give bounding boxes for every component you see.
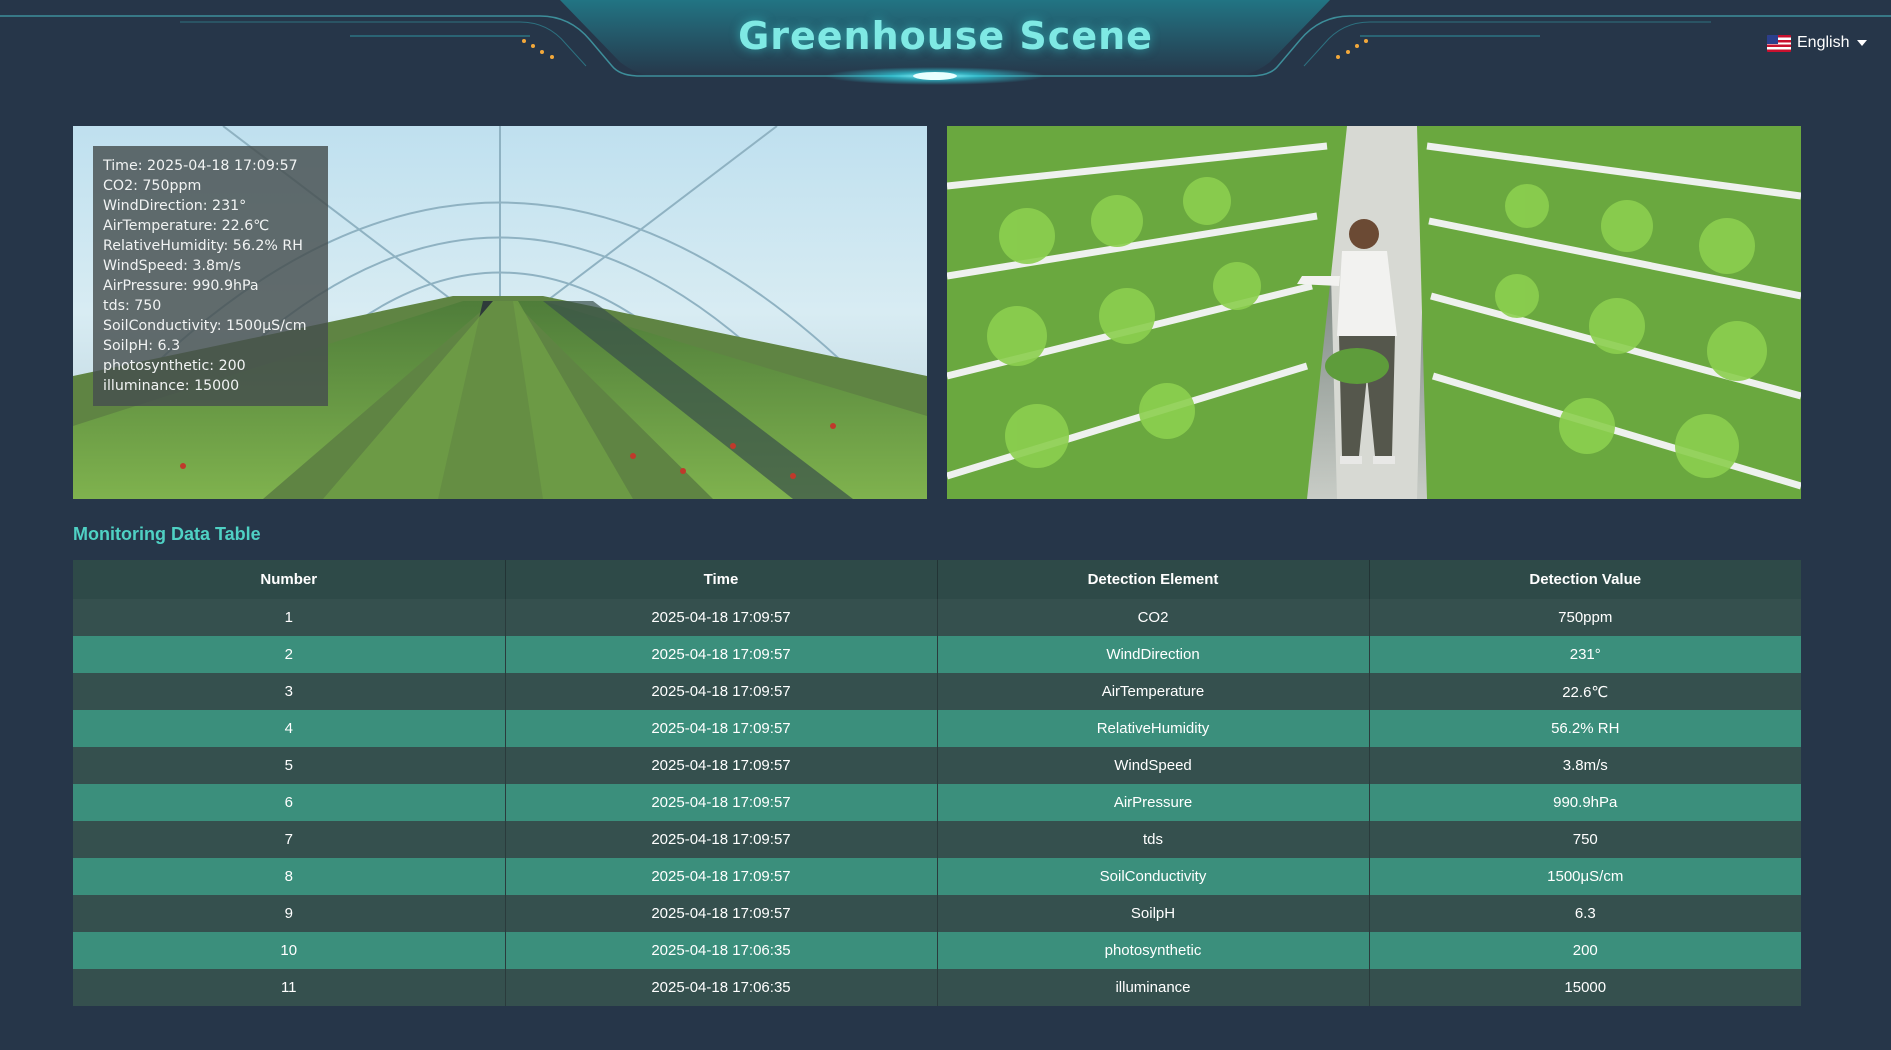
cell-time: 2025-04-18 17:06:35 bbox=[505, 932, 938, 969]
cell-element: SoilpH bbox=[937, 895, 1370, 932]
cell-time: 2025-04-18 17:09:57 bbox=[505, 858, 938, 895]
overlay-wind-direction: WindDirection: 231° bbox=[103, 198, 247, 214]
cell-number: 7 bbox=[73, 821, 506, 858]
overlay-relative-humidity: RelativeHumidity: 56.2% RH bbox=[103, 238, 303, 254]
cell-value: 15000 bbox=[1369, 969, 1801, 1006]
cell-value: 200 bbox=[1369, 932, 1801, 969]
cell-time: 2025-04-18 17:09:57 bbox=[505, 710, 938, 747]
overlay-wind-speed: WindSpeed: 3.8m/s bbox=[103, 258, 241, 274]
us-flag-icon bbox=[1767, 34, 1791, 52]
cell-value: 22.6℃ bbox=[1369, 673, 1801, 710]
overlay-air-temperature: AirTemperature: 22.6℃ bbox=[103, 218, 270, 234]
cell-time: 2025-04-18 17:09:57 bbox=[505, 747, 938, 784]
cell-value: 1500μS/cm bbox=[1369, 858, 1801, 895]
cell-number: 9 bbox=[73, 895, 506, 932]
table-row: 1 2025-04-18 17:09:57 CO2 750ppm bbox=[73, 599, 1801, 636]
cell-element: SoilConductivity bbox=[937, 858, 1370, 895]
cell-value: 3.8m/s bbox=[1369, 747, 1801, 784]
page-title: Greenhouse Scene bbox=[738, 14, 1153, 58]
cell-value: 750 bbox=[1369, 821, 1801, 858]
monitoring-data-table: Number Time Detection Element Detection … bbox=[73, 560, 1801, 1006]
cell-element: photosynthetic bbox=[937, 932, 1370, 969]
cell-time: 2025-04-18 17:06:35 bbox=[505, 969, 938, 1006]
overlay-tds: tds: 750 bbox=[103, 298, 162, 314]
overlay-illuminance: illuminance: 15000 bbox=[103, 378, 240, 394]
cell-element: tds bbox=[937, 821, 1370, 858]
cell-time: 2025-04-18 17:09:57 bbox=[505, 821, 938, 858]
chevron-down-icon bbox=[1857, 40, 1868, 46]
cell-number: 5 bbox=[73, 747, 506, 784]
overlay-co2: CO2: 750ppm bbox=[103, 178, 202, 194]
cell-value: 990.9hPa bbox=[1369, 784, 1801, 821]
column-header-number: Number bbox=[73, 560, 506, 599]
cell-time: 2025-04-18 17:09:57 bbox=[505, 636, 938, 673]
cell-value: 6.3 bbox=[1369, 895, 1801, 932]
cell-element: AirPressure bbox=[937, 784, 1370, 821]
cell-number: 6 bbox=[73, 784, 506, 821]
greenhouse-camera-view: Time: 2025-04-18 17:09:57 CO2: 750ppm Wi… bbox=[73, 126, 927, 499]
header: Greenhouse Scene English bbox=[0, 0, 1891, 100]
cell-number: 4 bbox=[73, 710, 506, 747]
cell-number: 2 bbox=[73, 636, 506, 673]
overlay-air-pressure: AirPressure: 990.9hPa bbox=[103, 278, 259, 294]
overlay-soil-ph: SoilpH: 6.3 bbox=[103, 338, 181, 354]
cell-value: 750ppm bbox=[1369, 599, 1801, 636]
table-row: 7 2025-04-18 17:09:57 tds 750 bbox=[73, 821, 1801, 858]
cell-value: 56.2% RH bbox=[1369, 710, 1801, 747]
sensor-overlay: Time: 2025-04-18 17:09:57 CO2: 750ppm Wi… bbox=[93, 146, 328, 406]
column-header-detection-element: Detection Element bbox=[937, 560, 1370, 599]
language-label: English bbox=[1797, 34, 1850, 51]
cell-time: 2025-04-18 17:09:57 bbox=[505, 895, 938, 932]
column-header-detection-value: Detection Value bbox=[1369, 560, 1801, 599]
cell-time: 2025-04-18 17:09:57 bbox=[505, 599, 938, 636]
cell-element: AirTemperature bbox=[937, 673, 1370, 710]
vertical-farm-image bbox=[947, 126, 1801, 499]
cell-value: 231° bbox=[1369, 636, 1801, 673]
table-header-row: Number Time Detection Element Detection … bbox=[73, 560, 1801, 599]
overlay-soil-conductivity: SoilConductivity: 1500μS/cm bbox=[103, 318, 307, 334]
overlay-time: Time: 2025-04-18 17:09:57 bbox=[103, 158, 298, 174]
cell-element: RelativeHumidity bbox=[937, 710, 1370, 747]
cell-element: CO2 bbox=[937, 599, 1370, 636]
vertical-farm-camera-view bbox=[947, 126, 1801, 499]
cell-element: illuminance bbox=[937, 969, 1370, 1006]
cell-number: 11 bbox=[73, 969, 506, 1006]
cell-element: WindSpeed bbox=[937, 747, 1370, 784]
table-row: 5 2025-04-18 17:09:57 WindSpeed 3.8m/s bbox=[73, 747, 1801, 784]
table-row: 4 2025-04-18 17:09:57 RelativeHumidity 5… bbox=[73, 710, 1801, 747]
cell-time: 2025-04-18 17:09:57 bbox=[505, 784, 938, 821]
column-header-time: Time bbox=[505, 560, 938, 599]
cell-number: 3 bbox=[73, 673, 506, 710]
language-selector[interactable]: English bbox=[1767, 32, 1868, 54]
cell-time: 2025-04-18 17:09:57 bbox=[505, 673, 938, 710]
table-row: 3 2025-04-18 17:09:57 AirTemperature 22.… bbox=[73, 673, 1801, 710]
overlay-photosynthetic: photosynthetic: 200 bbox=[103, 358, 246, 374]
cell-element: WindDirection bbox=[937, 636, 1370, 673]
cell-number: 8 bbox=[73, 858, 506, 895]
table-row: 6 2025-04-18 17:09:57 AirPressure 990.9h… bbox=[73, 784, 1801, 821]
table-row: 2 2025-04-18 17:09:57 WindDirection 231° bbox=[73, 636, 1801, 673]
table-row: 11 2025-04-18 17:06:35 illuminance 15000 bbox=[73, 969, 1801, 1006]
table-row: 8 2025-04-18 17:09:57 SoilConductivity 1… bbox=[73, 858, 1801, 895]
table-row: 10 2025-04-18 17:06:35 photosynthetic 20… bbox=[73, 932, 1801, 969]
table-row: 9 2025-04-18 17:09:57 SoilpH 6.3 bbox=[73, 895, 1801, 932]
cell-number: 1 bbox=[73, 599, 506, 636]
monitoring-table-title: Monitoring Data Table bbox=[73, 524, 261, 544]
cell-number: 10 bbox=[73, 932, 506, 969]
